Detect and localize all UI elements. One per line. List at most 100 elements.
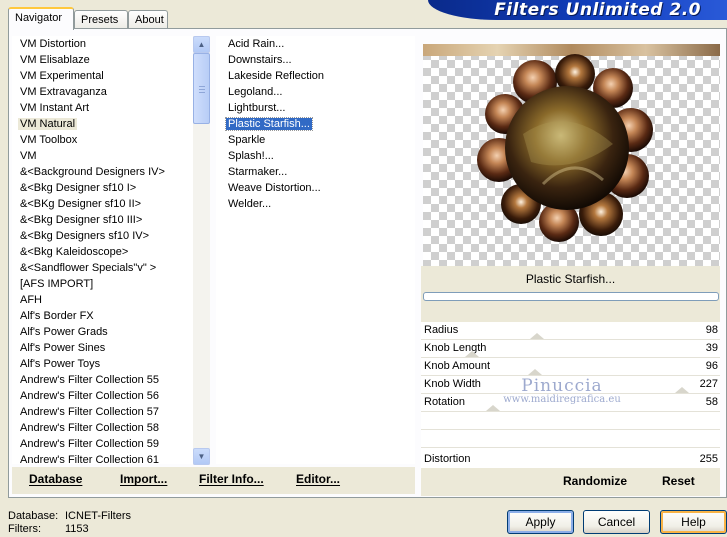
cancel-button[interactable]: Cancel bbox=[583, 510, 650, 534]
scroll-thumb[interactable] bbox=[193, 53, 210, 124]
category-list[interactable]: VM Distortion VM Elisablaze VM Experimenta… bbox=[12, 36, 208, 464]
category-item[interactable]: Andrew's Filter Collection 57 bbox=[12, 404, 208, 420]
filter-item-label: Lakeside Reflection bbox=[228, 70, 325, 82]
category-scrollbar[interactable]: ▲ ▼ bbox=[193, 36, 210, 465]
filter-item[interactable]: Plastic Starfish... bbox=[216, 116, 415, 132]
slider-marker-icon[interactable] bbox=[465, 351, 479, 357]
filter-item-label: Acid Rain... bbox=[228, 38, 285, 50]
filter-info-button[interactable]: Filter Info... bbox=[199, 472, 264, 486]
filter-item[interactable]: Acid Rain... bbox=[216, 36, 415, 52]
category-item[interactable]: VM Distortion bbox=[12, 36, 208, 52]
category-item[interactable]: &<Sandflower Specials"v" > bbox=[12, 260, 208, 276]
parameter-slider[interactable]: Radius 98 bbox=[421, 322, 720, 340]
filter-item[interactable]: Downstairs... bbox=[216, 52, 415, 68]
slider-marker-icon[interactable] bbox=[530, 333, 544, 339]
tab-about[interactable]: About bbox=[128, 10, 168, 29]
parameter-value: 227 bbox=[699, 378, 718, 390]
empty-parameter-row bbox=[421, 412, 720, 430]
category-item[interactable]: [AFS IMPORT] bbox=[12, 276, 208, 292]
category-item[interactable]: &<Bkg Designer sf10 I> bbox=[12, 180, 208, 196]
category-item-label: VM bbox=[20, 150, 37, 162]
app-title-banner: Filters Unlimited 2.0 bbox=[428, 0, 727, 20]
parameter-slider[interactable]: Knob Amount 96 bbox=[421, 358, 720, 376]
category-item[interactable]: Alf's Power Sines bbox=[12, 340, 208, 356]
filter-item[interactable]: Welder... bbox=[216, 196, 415, 212]
filter-item[interactable]: Weave Distortion... bbox=[216, 180, 415, 196]
category-item[interactable]: VM Experimental bbox=[12, 68, 208, 84]
watermark-url: www.maidiregrafica.eu bbox=[503, 394, 621, 405]
category-item[interactable]: Andrew's Filter Collection 56 bbox=[12, 388, 208, 404]
filter-item[interactable]: Legoland... bbox=[216, 84, 415, 100]
tab-navigator[interactable]: Navigator bbox=[8, 7, 74, 30]
filter-item[interactable]: Lakeside Reflection bbox=[216, 68, 415, 84]
starfish-render bbox=[477, 54, 653, 242]
slider-marker-icon[interactable] bbox=[528, 369, 542, 375]
category-item-label: &<Bkg Designer sf10 III> bbox=[20, 214, 143, 226]
grip-icon bbox=[199, 86, 205, 93]
category-item-label: VM Instant Art bbox=[20, 102, 90, 114]
randomize-button[interactable]: Randomize bbox=[563, 474, 627, 488]
category-item-label: Andrew's Filter Collection 57 bbox=[20, 406, 160, 418]
category-item-label: Andrew's Filter Collection 59 bbox=[20, 438, 160, 450]
help-button[interactable]: Help bbox=[660, 510, 727, 534]
category-item[interactable]: &<Bkg Designers sf10 IV> bbox=[12, 228, 208, 244]
filter-list[interactable]: Acid Rain... Downstairs... Lakeside Reflec… bbox=[216, 36, 415, 464]
category-item[interactable]: VM Elisablaze bbox=[12, 52, 208, 68]
import-button[interactable]: Import... bbox=[120, 472, 167, 486]
category-item[interactable]: Alf's Border FX bbox=[12, 308, 208, 324]
parameter-label: Knob Amount bbox=[424, 360, 491, 372]
category-item[interactable]: &<BKg Designer sf10 II> bbox=[12, 196, 208, 212]
tab-presets[interactable]: Presets bbox=[74, 10, 128, 29]
category-item[interactable]: Alf's Power Grads bbox=[12, 324, 208, 340]
parameter-label: Radius bbox=[424, 324, 459, 336]
database-button[interactable]: Database bbox=[29, 472, 82, 486]
filter-item-label: Sparkle bbox=[228, 134, 266, 146]
category-item-label: AFH bbox=[20, 294, 42, 306]
filter-item[interactable]: Lightburst... bbox=[216, 100, 415, 116]
category-item[interactable]: VM Toolbox bbox=[12, 132, 208, 148]
category-item-label: &<Bkg Designers sf10 IV> bbox=[20, 230, 150, 242]
parameter-slider[interactable]: Knob Length 39 bbox=[421, 340, 720, 358]
category-item[interactable]: AFH bbox=[12, 292, 208, 308]
filter-item[interactable]: Sparkle bbox=[216, 132, 415, 148]
category-item[interactable]: Andrew's Filter Collection 61 bbox=[12, 452, 208, 464]
slider-marker-icon[interactable] bbox=[675, 387, 689, 393]
editor-button[interactable]: Editor... bbox=[296, 472, 340, 486]
category-item-label: Alf's Border FX bbox=[20, 310, 94, 322]
category-item-label: Andrew's Filter Collection 58 bbox=[20, 422, 160, 434]
category-item-label: [AFS IMPORT] bbox=[20, 278, 94, 290]
footer-info: Database: ICNET-Filters Filters: 1153 bbox=[8, 510, 131, 536]
category-item[interactable]: VM bbox=[12, 148, 208, 164]
parameter-value: 39 bbox=[705, 342, 718, 354]
category-item[interactable]: VM Natural bbox=[12, 116, 208, 132]
category-item-label: Andrew's Filter Collection 55 bbox=[20, 374, 160, 386]
scroll-down-arrow-icon[interactable]: ▼ bbox=[193, 448, 210, 465]
distortion-value: 255 bbox=[699, 453, 718, 465]
category-item[interactable]: VM Extravaganza bbox=[12, 84, 208, 100]
reset-button[interactable]: Reset bbox=[662, 474, 695, 488]
watermark: Pinuccia www.maidiregrafica.eu bbox=[492, 376, 632, 405]
category-item[interactable]: VM Instant Art bbox=[12, 100, 208, 116]
category-item[interactable]: Alf's Power Toys bbox=[12, 356, 208, 372]
category-item[interactable]: &<Bkg Kaleidoscope> bbox=[12, 244, 208, 260]
category-item-label: &<BKg Designer sf10 II> bbox=[20, 198, 142, 210]
category-item-label: &<Bkg Designer sf10 I> bbox=[20, 182, 137, 194]
category-item[interactable]: &<Bkg Designer sf10 III> bbox=[12, 212, 208, 228]
filter-item[interactable]: Splash!... bbox=[216, 148, 415, 164]
preset-actions-bar: Randomize Reset bbox=[421, 468, 720, 494]
category-item[interactable]: &<Background Designers IV> bbox=[12, 164, 208, 180]
apply-button[interactable]: Apply bbox=[507, 510, 574, 534]
filter-item[interactable]: Starmaker... bbox=[216, 164, 415, 180]
parameter-value: 96 bbox=[705, 360, 718, 372]
category-item[interactable]: Andrew's Filter Collection 59 bbox=[12, 436, 208, 452]
empty-parameter-row bbox=[421, 430, 720, 448]
slider-marker-icon[interactable] bbox=[486, 405, 500, 411]
filter-item-label: Weave Distortion... bbox=[228, 182, 321, 194]
category-item-label: Alf's Power Toys bbox=[20, 358, 101, 370]
distortion-row[interactable]: Distortion 255 bbox=[421, 450, 720, 468]
category-item[interactable]: Andrew's Filter Collection 55 bbox=[12, 372, 208, 388]
scroll-up-arrow-icon[interactable]: ▲ bbox=[193, 36, 210, 53]
category-item-label: Andrew's Filter Collection 56 bbox=[20, 390, 160, 402]
filter-item-label: Downstairs... bbox=[228, 54, 292, 66]
category-item[interactable]: Andrew's Filter Collection 58 bbox=[12, 420, 208, 436]
